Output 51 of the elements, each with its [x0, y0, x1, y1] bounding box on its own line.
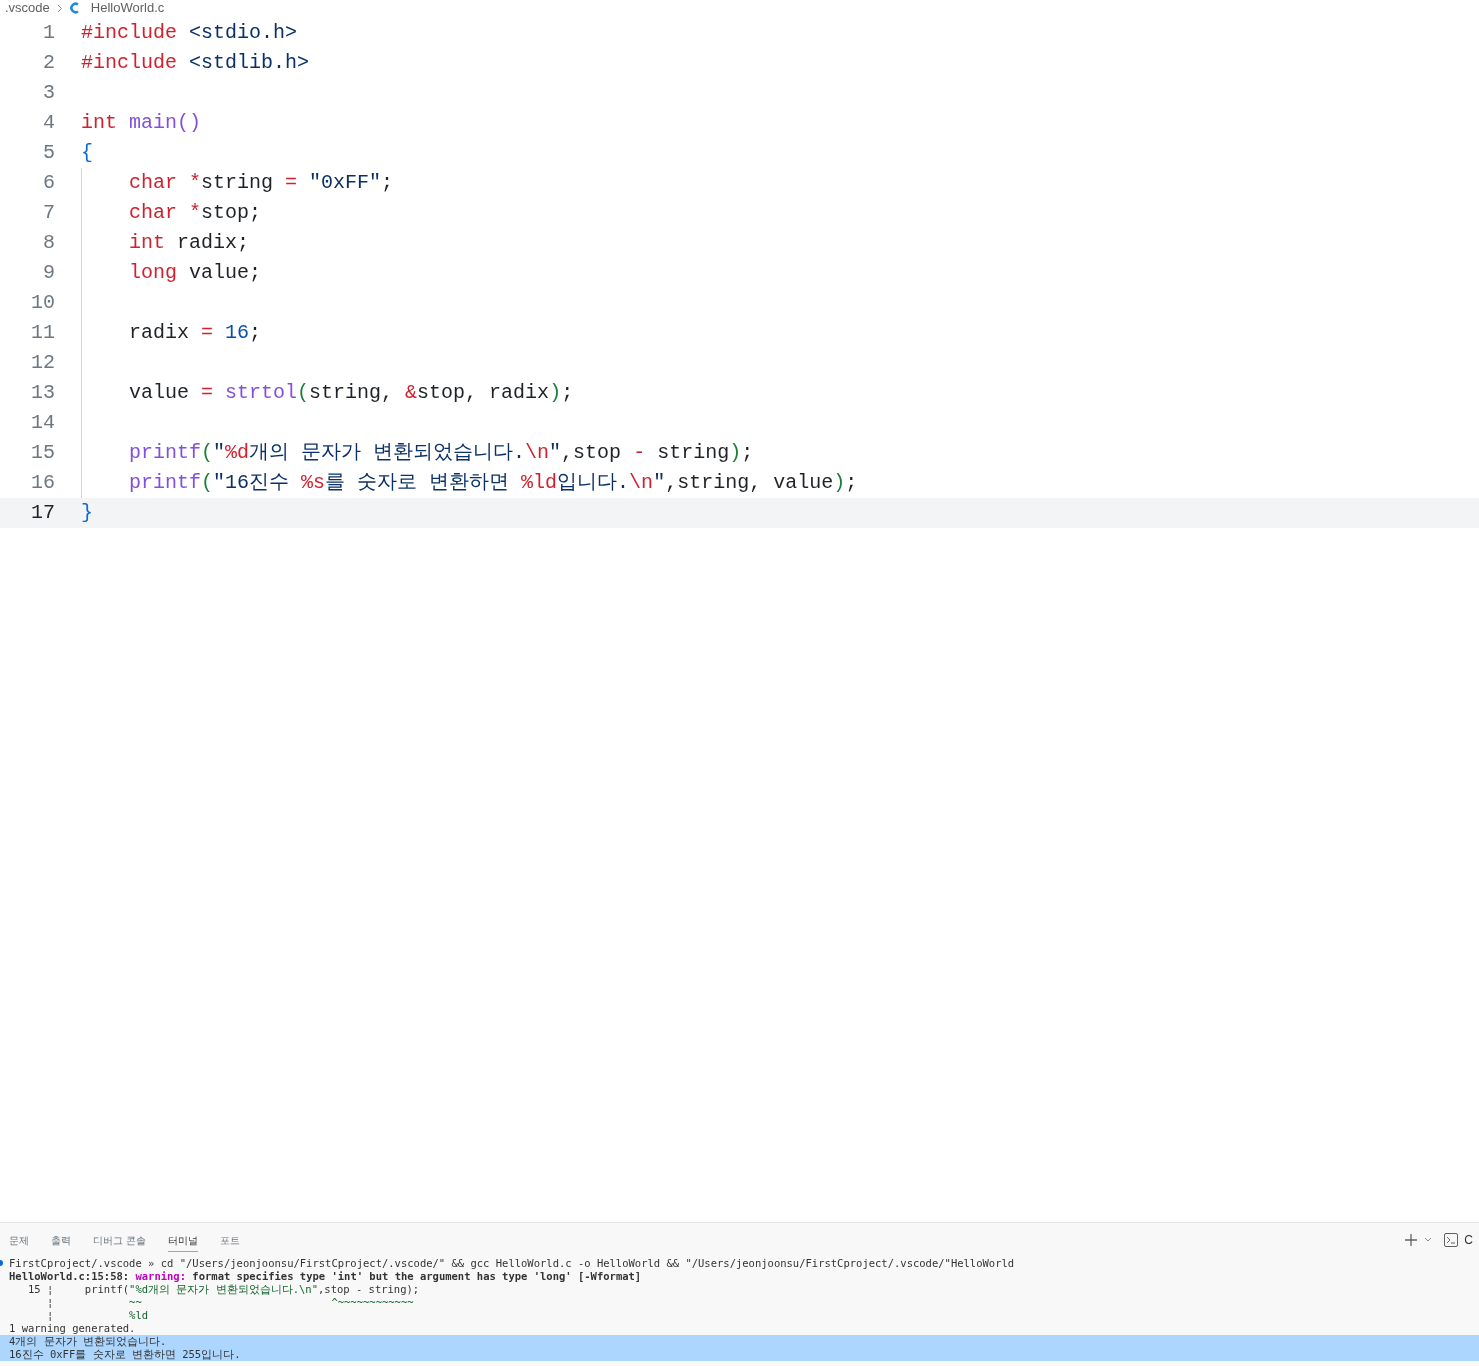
terminal-line: FirstCproject/.vscode » cd "/Users/jeonjoonsu/FirstCproject/.vscode/" && gcc HelloWorld.c -o HelloWorld && "/Users/jeonjoonsu/FirstCproject/.vscode/"HelloWorld — [9, 1257, 1015, 1270]
terminal-line: HelloWorld.c:15:58: warning: format specifies type 'int' but the argument has type 'long' [-Wformat] — [9, 1270, 642, 1283]
panel-tab[interactable]: 문제 — [9, 1228, 29, 1252]
line-number: 10 — [30, 290, 55, 316]
line-number: 5 — [42, 140, 55, 166]
terminal-line: 16진수 0xFF를 숫자로 변환하면 255입니다. — [9, 1348, 241, 1361]
code-line: value = strtol(string, &stop, radix); — [129, 380, 574, 406]
code-line: long value; — [129, 260, 262, 286]
line-number: 15 — [30, 440, 55, 466]
code-line: { — [81, 140, 93, 166]
panel-tab[interactable]: 출력 — [51, 1228, 71, 1252]
line-number: 8 — [42, 230, 55, 256]
panel-tab[interactable]: 포트 — [219, 1228, 240, 1252]
line-number: 2 — [42, 50, 55, 76]
chevron-right-icon — [56, 3, 63, 13]
plus-icon[interactable] — [1404, 1233, 1419, 1247]
breadcrumb-item[interactable]: .vscode — [5, 0, 50, 18]
code-line: printf("16진수 %s를 숫자로 변환하면 %ld입니다.\n",string, value); — [129, 470, 858, 496]
code-line: int radix; — [129, 230, 250, 256]
line-number: 6 — [42, 170, 55, 196]
line-number: 7 — [42, 200, 55, 226]
code-line: #include <stdio.h> — [81, 20, 298, 46]
terminal-icon[interactable] — [1444, 1233, 1459, 1247]
panel-action-label: C — [1464, 1232, 1473, 1249]
terminal-line: 4개의 문자가 변환되었습니다. — [9, 1335, 167, 1348]
line-number: 12 — [30, 350, 55, 376]
line-number: 9 — [42, 260, 55, 286]
panel-tab[interactable]: 디버그 콘솔 — [93, 1228, 146, 1252]
terminal-line: ¦ ~~ ^~~~~~~~~~~~~ — [45, 1296, 414, 1309]
terminal-line: 15 ¦ printf("%d개의 문자가 변환되었습니다.\n",stop - string); — [26, 1283, 420, 1296]
code-line: char *string = "0xFF"; — [129, 170, 394, 196]
line-number: 17 — [30, 500, 55, 526]
panel-tab[interactable]: 터미널 — [167, 1228, 198, 1252]
line-number: 11 — [30, 320, 55, 346]
line-number: 13 — [30, 380, 55, 406]
code-line: char *stop; — [129, 200, 262, 226]
terminal-line: ¦ %ld — [45, 1309, 149, 1322]
line-number: 16 — [30, 470, 55, 496]
line-number: 4 — [42, 110, 55, 136]
chevron-down-icon[interactable] — [1424, 1237, 1433, 1243]
line-number: 3 — [42, 80, 55, 106]
code-line: radix = 16; — [129, 320, 262, 346]
code-line: #include <stdlib.h> — [81, 50, 310, 76]
c-file-icon — [69, 2, 79, 14]
line-number: 1 — [42, 20, 55, 46]
terminal-line: 1 warning generated. — [9, 1322, 136, 1335]
breadcrumb-item[interactable]: HelloWorld.c — [90, 0, 165, 18]
code-line: } — [81, 500, 93, 526]
code-line: int main() — [81, 110, 202, 136]
code-line: printf("%d개의 문자가 변환되었습니다.\n",stop - string); — [129, 440, 754, 466]
line-number: 14 — [30, 410, 55, 436]
